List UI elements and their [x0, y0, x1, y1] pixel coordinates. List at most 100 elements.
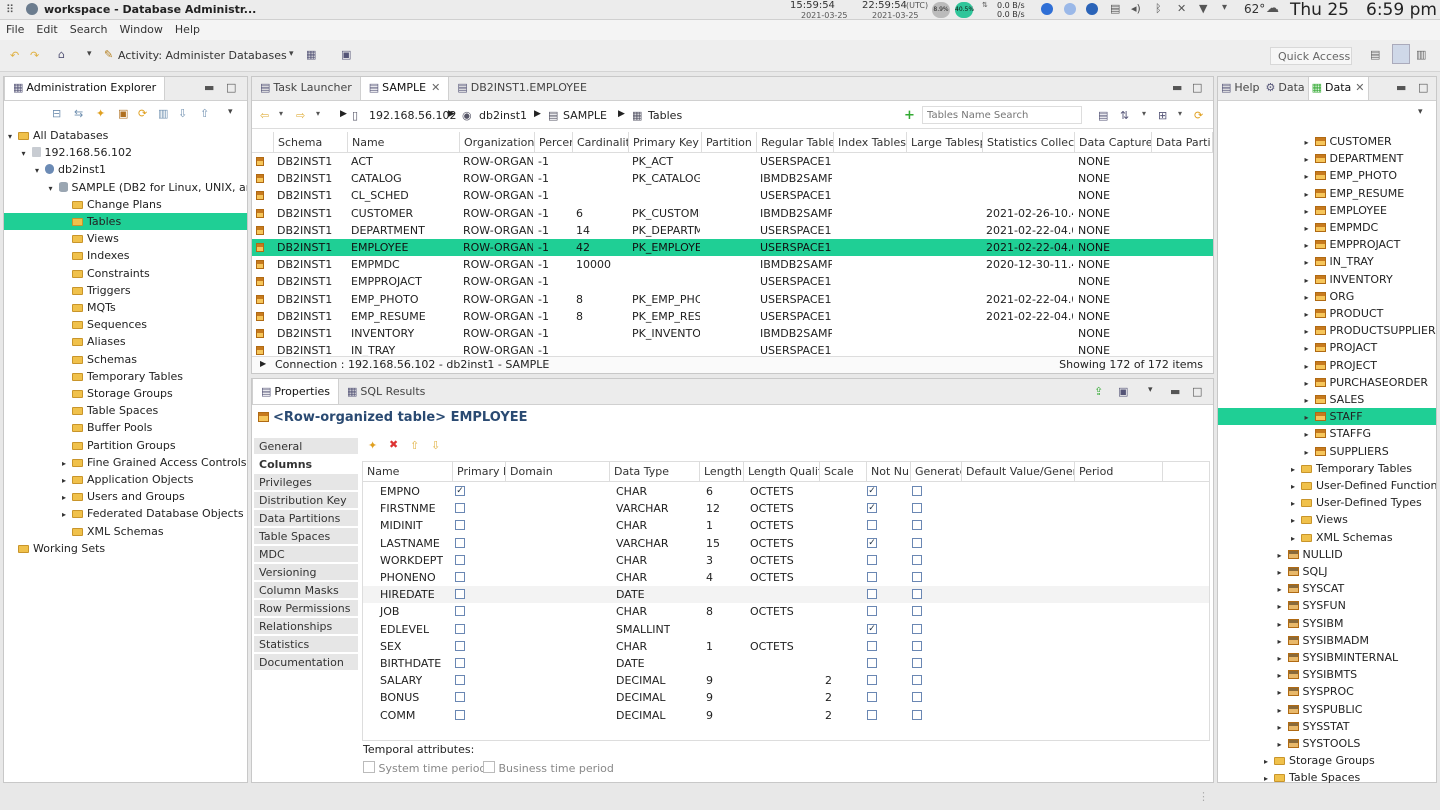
tree-node-application-objects[interactable]: ▸ Application Objects	[4, 471, 247, 488]
table-row[interactable]: DB2INST1 EMP_RESUME ROW-ORGAN -1 8 PK_EMP_RES…	[252, 308, 1213, 325]
collapse-arrow-icon[interactable]: ▾	[35, 162, 45, 178]
mute-icon[interactable]: ✕	[1177, 2, 1186, 15]
tree-node-temporary-tables[interactable]: Temporary Tables	[4, 368, 247, 385]
tree-node-indexes[interactable]: Indexes	[4, 247, 247, 264]
tree-node-empprojact[interactable]: ▸ EMPPROJACT	[1218, 236, 1436, 253]
expand-arrow-icon[interactable]: ▸	[1305, 375, 1315, 391]
tree-node-employee[interactable]: ▸ EMPLOYEE	[1218, 202, 1436, 219]
tree-node-xml-schemas[interactable]: XML Schemas	[4, 523, 247, 540]
tab-task-launcher[interactable]: ▤ Task Launcher	[252, 77, 360, 100]
perspective-open-icon[interactable]: ▤	[1370, 48, 1380, 61]
expand-arrow-icon[interactable]: ▸	[1278, 616, 1288, 632]
collapse-arrow-icon[interactable]: ▾	[8, 128, 18, 144]
tree-node-sysibmadm[interactable]: ▸ SYSIBMADM	[1218, 632, 1436, 649]
column-nn-checkbox[interactable]	[867, 675, 877, 686]
menu-edit[interactable]: Edit	[30, 20, 63, 36]
tree-node-views[interactable]: Views	[4, 230, 247, 247]
expand-arrow-icon[interactable]: ▸	[1278, 650, 1288, 666]
business-time-checkbox[interactable]	[483, 761, 495, 773]
update-icon[interactable]	[1064, 3, 1076, 15]
table-row[interactable]: DB2INST1 DEPARTMENT ROW-ORGAN -1 14 PK_DEPART…	[252, 222, 1213, 239]
back-icon[interactable]: ↶	[10, 49, 19, 62]
tree-node-storage-groups[interactable]: ▸ Storage Groups	[1218, 752, 1436, 769]
wifi-icon[interactable]: ▼	[1199, 2, 1207, 15]
clipboard-icon[interactable]: ▣	[341, 48, 351, 61]
column-pk-checkbox[interactable]	[455, 606, 465, 617]
link-editor-icon[interactable]: ⇆	[74, 107, 83, 120]
side-tab-row-permissions[interactable]: Row Permissions	[254, 600, 358, 617]
tree-node-schemas[interactable]: Schemas	[4, 351, 247, 368]
tree-node-change-plans[interactable]: Change Plans	[4, 196, 247, 213]
tree-node-emp-resume[interactable]: ▸ EMP_RESUME	[1218, 185, 1436, 202]
column-header-generated[interactable]: Generated	[911, 462, 962, 482]
expand-arrow-icon[interactable]: ▸	[1305, 340, 1315, 356]
expand-arrow-icon[interactable]: ▸	[1305, 254, 1315, 270]
side-tab-statistics[interactable]: Statistics	[254, 636, 358, 653]
maximize-icon[interactable]: □	[1192, 385, 1202, 398]
tree-node-tables[interactable]: Tables	[4, 213, 247, 230]
column-gen-checkbox[interactable]	[912, 554, 922, 565]
expand-icon[interactable]: ▶	[260, 359, 266, 368]
collapse-all-icon[interactable]: ⊟	[52, 107, 61, 120]
tree-node-staffg[interactable]: ▸ STAFFG	[1218, 425, 1436, 442]
expand-arrow-icon[interactable]: ▸	[1305, 426, 1315, 442]
table-row[interactable]: DB2INST1 EMPLOYEE ROW-ORGAN -1 42 PK_EMPLOYE U…	[252, 239, 1213, 257]
tree-node-inventory[interactable]: ▸ INVENTORY	[1218, 271, 1436, 288]
tree-node-sysibm[interactable]: ▸ SYSIBM	[1218, 615, 1436, 632]
column-nn-checkbox[interactable]	[867, 606, 877, 617]
tree-node-triggers[interactable]: Triggers	[4, 282, 247, 299]
export-icon[interactable]: ⇧	[200, 107, 209, 120]
tree-node-constraints[interactable]: Constraints	[4, 265, 247, 282]
tab-sql-results[interactable]: ▦ SQL Results	[339, 379, 433, 404]
add-column-icon[interactable]: ✦	[368, 439, 377, 452]
refresh-icon[interactable]: ⟳	[138, 107, 147, 120]
tree-node-sequences[interactable]: Sequences	[4, 316, 247, 333]
column-nn-checkbox[interactable]	[867, 658, 877, 668]
tree-node-all-databases[interactable]: ▾ All Databases	[4, 127, 247, 144]
expand-arrow-icon[interactable]: ▸	[1305, 134, 1315, 150]
tree-node-user-defined-types[interactable]: ▸ User-Defined Types	[1218, 494, 1436, 511]
column-gen-checkbox[interactable]	[912, 623, 922, 634]
expand-arrow-icon[interactable]: ▸	[1291, 512, 1301, 528]
tree-node-fine-grained-access-controls[interactable]: ▸ Fine Grained Access Controls	[4, 454, 247, 471]
tree-node-customer[interactable]: ▸ CUSTOMER	[1218, 133, 1436, 150]
export-icon[interactable]: ⇪	[1094, 385, 1103, 398]
breadcrumb-instance[interactable]: db2inst1	[479, 109, 527, 122]
activity-label[interactable]: Activity: Administer Databases	[118, 49, 287, 62]
tab-data-1[interactable]: ⚙ Data	[1262, 77, 1307, 100]
system-time-period-option[interactable]: System time period	[363, 761, 486, 779]
table-row[interactable]: DB2INST1 ACT ROW-ORGAN -1 PK_ACT USERSPACE1 NO…	[252, 153, 1213, 170]
tree-node-sysibmts[interactable]: ▸ SYSIBMTS	[1218, 666, 1436, 683]
tree-node-user-defined-functions[interactable]: ▸ User-Defined Functions	[1218, 477, 1436, 494]
sort-icon[interactable]: ⇅	[1120, 109, 1129, 122]
tree-node-projact[interactable]: ▸ PROJACT	[1218, 339, 1436, 356]
expand-arrow-icon[interactable]: ▸	[1278, 633, 1288, 649]
breadcrumb-server[interactable]: 192.168.56.102	[369, 109, 456, 122]
minimize-icon[interactable]: ▬	[1172, 81, 1182, 94]
column-header-length[interactable]: Length	[700, 462, 744, 482]
tab-data-2[interactable]: ▦ Data ✕	[1307, 77, 1369, 100]
tree-node-product[interactable]: ▸ PRODUCT	[1218, 305, 1436, 322]
expand-arrow-icon[interactable]: ▸	[1305, 392, 1315, 408]
expand-arrow-icon[interactable]: ▸	[1291, 478, 1301, 494]
column-pk-checkbox[interactable]	[455, 640, 465, 651]
tree-node-sysfun[interactable]: ▸ SYSFUN	[1218, 597, 1436, 614]
column-row[interactable]: FIRSTNME VARCHAR 12 OCTETS ✓	[363, 500, 1209, 517]
minimize-icon[interactable]: ▬	[1396, 81, 1406, 94]
expand-arrow-icon[interactable]: ▸	[62, 506, 72, 522]
new-db-icon[interactable]: ▣	[118, 107, 128, 120]
close-icon[interactable]: ✕	[431, 81, 440, 94]
column-header-name[interactable]: Name	[363, 462, 453, 482]
column-row[interactable]: SEX CHAR 1 OCTETS	[363, 638, 1209, 655]
tree-node-users-and-groups[interactable]: ▸ Users and Groups	[4, 488, 247, 505]
column-gen-checkbox[interactable]	[912, 537, 922, 548]
column-header-period[interactable]: Period	[1075, 462, 1163, 482]
refresh-icon[interactable]: ⟳	[1194, 109, 1203, 122]
column-header-regular-table[interactable]: Regular Table	[757, 132, 834, 153]
tables-name-search-input[interactable]	[922, 106, 1082, 124]
menu-help[interactable]: Help	[169, 20, 206, 36]
column-row[interactable]: WORKDEPT CHAR 3 OCTETS	[363, 552, 1209, 569]
column-nn-checkbox[interactable]: ✓	[867, 623, 877, 634]
tab-sample[interactable]: ▤ SAMPLE ✕	[359, 77, 450, 100]
quick-access-field[interactable]: Quick Access	[1270, 47, 1352, 65]
